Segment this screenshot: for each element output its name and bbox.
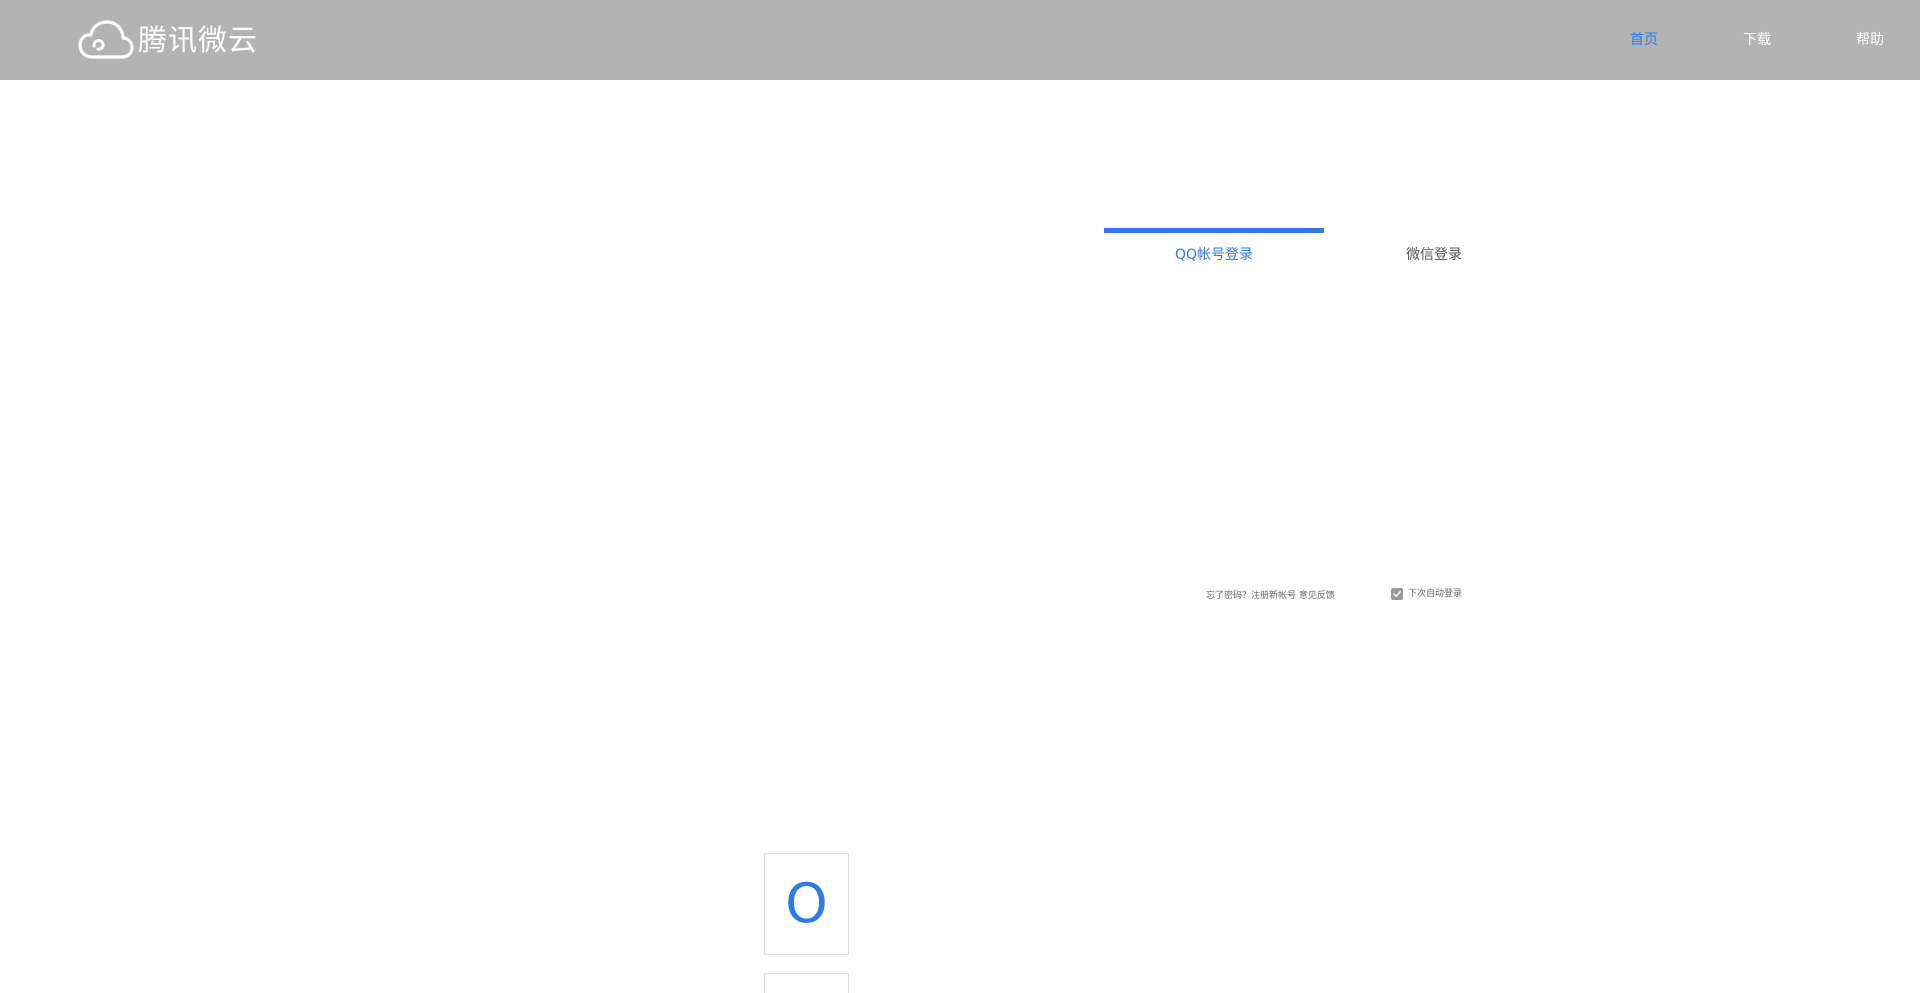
checkmark-icon — [1393, 591, 1401, 597]
tab-qq-login-label: QQ帐号登录 — [1174, 247, 1254, 263]
tab-wechat-login[interactable]: 微信登录 — [1324, 228, 1544, 268]
side-card[interactable]: O — [764, 853, 849, 955]
nav-home[interactable]: 首页 — [1630, 30, 1658, 50]
side-card[interactable] — [764, 973, 849, 993]
login-tabs: QQ帐号登录 微信登录 — [1104, 228, 1544, 268]
logo[interactable]: 腾讯微云 — [78, 19, 258, 61]
tab-wechat-login-label: 微信登录 — [1406, 247, 1462, 263]
top-header: 腾讯微云 首页 下载 帮助 — [0, 0, 1920, 80]
card-glyph: O — [785, 872, 828, 935]
active-tab-indicator — [1104, 228, 1324, 233]
forgot-register-links[interactable]: 忘了密码？注册新帐号 意见反馈 — [1206, 590, 1335, 602]
nav-download[interactable]: 下载 — [1743, 30, 1771, 50]
cloud-icon — [78, 20, 134, 59]
nav-help[interactable]: 帮助 — [1856, 30, 1884, 50]
remember-label: 下次自动登录 — [1408, 589, 1463, 599]
remember-checkbox[interactable] — [1391, 588, 1403, 600]
logo-text: 腾讯微云 — [138, 23, 259, 57]
tab-qq-login[interactable]: QQ帐号登录 — [1104, 228, 1324, 268]
login-footer: 忘了密码？注册新帐号 意见反馈 下次自动登录 — [1104, 588, 1544, 604]
remember-login-toggle[interactable]: 下次自动登录 — [1391, 588, 1462, 600]
